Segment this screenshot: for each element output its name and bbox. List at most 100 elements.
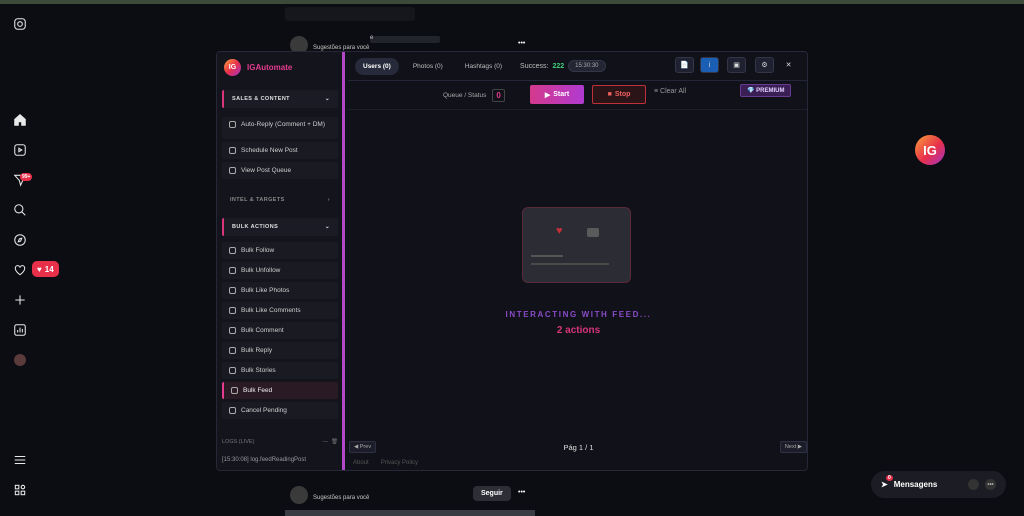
success-counter: Success: 222 15:30:30 (520, 60, 606, 72)
brand-name: IGAutomate (247, 63, 293, 72)
logs-header: LOGS (LIVE) — 🗑 (222, 439, 338, 445)
log-line: [15:30:08] log.feedReadingPost (222, 457, 307, 463)
time-pill: 15:30:30 (568, 60, 606, 72)
minimize-icon[interactable]: — (322, 439, 328, 445)
panel-tabs: Users (0) Photos (0) Hashtags (0) Succes… (355, 57, 606, 75)
premium-badge[interactable]: 💎 PREMIUM (740, 84, 792, 97)
camera-icon[interactable]: ▣ (727, 57, 746, 73)
queue-status: Queue / Status 0 (443, 89, 505, 102)
instagram-icon[interactable] (12, 16, 28, 32)
info-icon[interactable]: i (700, 57, 719, 73)
post-preview-strip (285, 510, 535, 516)
start-button[interactable]: ▶ Start (530, 85, 584, 104)
feed-activity-card: ♥ (522, 207, 631, 283)
blurred-header (285, 7, 415, 21)
likes-badge: ♥ 14 (32, 261, 59, 277)
diamond-icon: 💎 (747, 88, 757, 94)
stop-icon: ■ (607, 91, 612, 98)
queue-value: 0 (492, 89, 505, 102)
menu-schedule-post[interactable]: Schedule New Post (222, 142, 338, 159)
left-nav-rail: 99+ ♥ 14 (0, 0, 59, 516)
image-icon (231, 387, 238, 394)
menu-bulk-unfollow[interactable]: Bulk Unfollow (222, 262, 338, 279)
send-icon: ➤ 0 (881, 475, 893, 489)
comment-icon (229, 121, 236, 128)
page-indicator: Pág 1 / 1 (563, 443, 594, 452)
search-icon[interactable] (12, 202, 28, 218)
privacy-link[interactable]: Privacy Policy (381, 460, 418, 466)
tab-hashtags[interactable]: Hashtags (0) (457, 58, 510, 75)
dashboard-icon[interactable] (12, 322, 28, 338)
menu-icon[interactable] (12, 452, 28, 468)
more-options-icon[interactable]: ••• (518, 40, 525, 47)
menu-bulk-like-photos[interactable]: Bulk Like Photos (222, 282, 338, 299)
user-minus-icon (229, 267, 236, 274)
play-circle-icon (229, 367, 236, 374)
brand-logo: IG (224, 59, 241, 76)
floating-igautomate-button[interactable]: IG (915, 135, 945, 165)
igautomate-panel: IG IGAutomate SALES & CONTENT ⌄ Auto-Rep… (216, 51, 808, 471)
section-bulk[interactable]: BULK ACTIONS ⌄ (222, 218, 338, 236)
panel-sidebar: IG IGAutomate SALES & CONTENT ⌄ Auto-Rep… (217, 52, 345, 470)
more-options-icon[interactable]: ••• (518, 489, 525, 496)
menu-view-queue[interactable]: View Post Queue (222, 162, 338, 179)
pager: ◀ Prev Pág 1 / 1 Next ▶ (348, 440, 807, 456)
profile-icon[interactable] (12, 352, 28, 368)
avatar (968, 479, 979, 490)
explore-icon[interactable] (12, 232, 28, 248)
tab-photos[interactable]: Photos (0) (405, 58, 451, 75)
trash-icon[interactable]: 🗑 (331, 439, 338, 445)
play-icon: ▶ (544, 91, 551, 99)
notification-badge: 99+ (20, 173, 33, 181)
tab-users[interactable]: Users (0) (355, 57, 399, 75)
follow-button[interactable]: Seguir (473, 486, 511, 501)
menu-cancel-pending[interactable]: Cancel Pending (222, 402, 338, 419)
clear-all-button[interactable]: ≡ Clear All (654, 88, 686, 95)
placeholder-line (531, 255, 563, 257)
placeholder-line (531, 263, 609, 265)
more-options-icon[interactable]: ••• (985, 479, 996, 490)
section-sales[interactable]: SALES & CONTENT ⌄ (222, 90, 338, 108)
user-plus-icon (229, 247, 236, 254)
section-intel[interactable]: INTEL & TARGETS › (222, 191, 338, 209)
messages-bar[interactable]: ➤ 0 Mensagens ••• (871, 471, 1006, 498)
menu-auto-reply[interactable]: Auto-Reply (Comment + DM) (222, 117, 338, 139)
notes-icon[interactable]: 📄 (675, 57, 694, 73)
heart-icon: ♥ (556, 225, 563, 237)
apps-icon[interactable] (12, 482, 28, 498)
brand: IG IGAutomate (224, 59, 292, 76)
heart-icon (229, 287, 236, 294)
menu-bulk-comment[interactable]: Bulk Comment (222, 322, 338, 339)
heart-icon (229, 307, 236, 314)
home-icon[interactable] (12, 112, 28, 128)
stop-button[interactable]: ■ Stop (592, 85, 646, 104)
browser-top-strip (0, 0, 1024, 4)
close-icon[interactable]: ✕ (779, 57, 798, 73)
menu-bulk-reply[interactable]: Bulk Reply (222, 342, 338, 359)
panel-footer: About Privacy Policy (353, 460, 418, 466)
chevron-down-icon: ⌄ (324, 224, 330, 230)
reels-icon[interactable] (12, 142, 28, 158)
gear-icon[interactable]: ⚙ (755, 57, 774, 73)
calendar-icon (229, 147, 236, 154)
chevron-right-icon: › (327, 197, 330, 203)
message-icon (587, 228, 599, 237)
heart-icon: ♥ (37, 264, 42, 274)
actionbar-divider (348, 109, 807, 110)
status-count: 2 actions (556, 325, 601, 336)
heart-icon[interactable] (12, 262, 28, 278)
obfuscated-username: e (370, 35, 440, 43)
next-button[interactable]: Next ▶ (779, 441, 807, 453)
header-divider (348, 80, 807, 81)
messages-label: Mensagens (893, 480, 938, 489)
menu-bulk-stories[interactable]: Bulk Stories (222, 362, 338, 379)
avatar[interactable] (290, 486, 308, 504)
cancel-icon (229, 407, 236, 414)
menu-bulk-like-comments[interactable]: Bulk Like Comments (222, 302, 338, 319)
menu-bulk-follow[interactable]: Bulk Follow (222, 242, 338, 259)
about-link[interactable]: About (353, 460, 369, 466)
menu-bulk-feed[interactable]: Bulk Feed (222, 382, 338, 399)
status-title: INTERACTING WITH FEED... (505, 310, 652, 319)
create-icon[interactable] (12, 292, 28, 308)
queue-icon (229, 167, 236, 174)
